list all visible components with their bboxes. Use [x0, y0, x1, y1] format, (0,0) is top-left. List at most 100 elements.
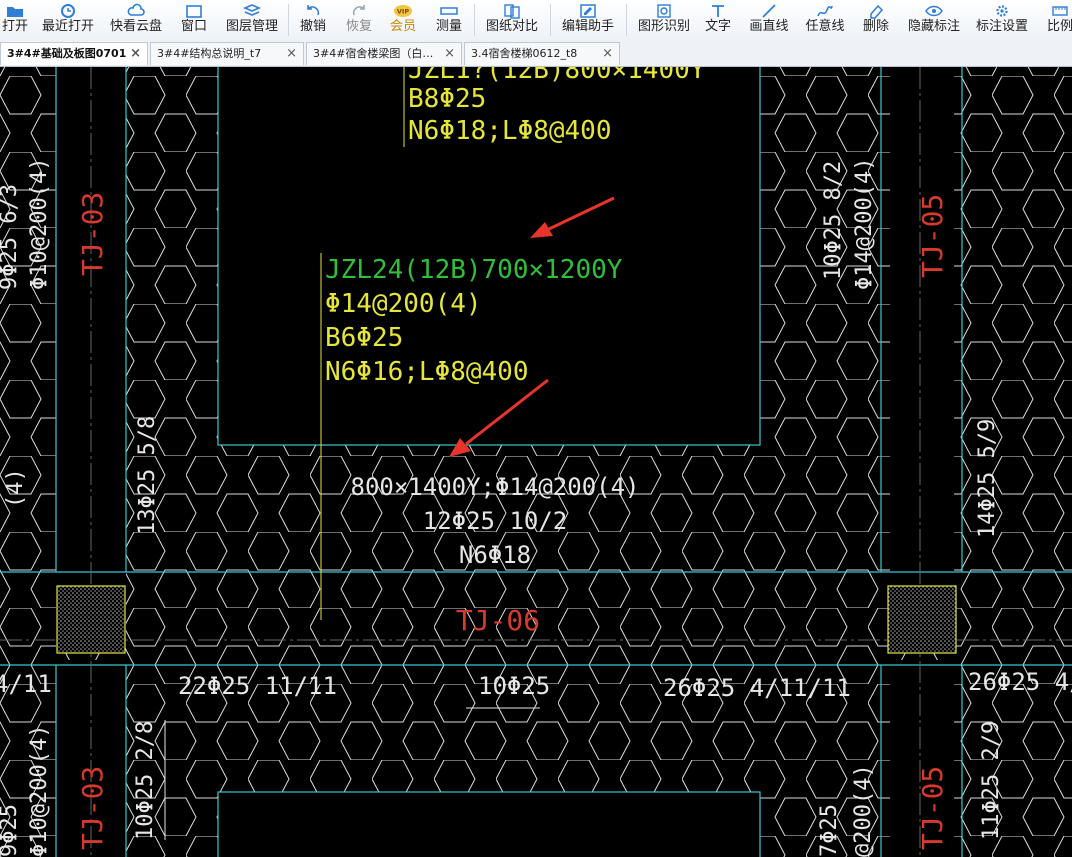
undo-button[interactable]: 撤销 — [298, 0, 328, 40]
tab-foundation-plan[interactable]: 3#4#基础及板图0701 × — [0, 42, 148, 65]
tab-dorm-stairs[interactable]: 3.4宿舍楼梯0612_t8 × — [464, 42, 620, 65]
right-bottom-rebar: 7Φ25 — [817, 804, 842, 857]
open-button[interactable]: 打开 — [0, 0, 30, 40]
recognize-button[interactable]: 图形识别 — [636, 0, 692, 40]
middle-beam-side-rebar: N6Φ16;LΦ8@400 — [325, 357, 529, 387]
freeline-button[interactable]: 任意线 — [804, 0, 846, 40]
bottom-label-left: 22Φ25 11/11 — [178, 672, 337, 700]
compare-icon — [504, 4, 520, 19]
close-icon[interactable]: × — [286, 43, 297, 65]
left-mid-partial: (4) — [3, 468, 28, 508]
ruler-icon — [440, 7, 458, 15]
right-top-stirrup: Φ14@200(4) — [852, 158, 877, 290]
cloud-icon — [127, 3, 145, 16]
tab-label: 3#4#基础及板图0701 — [7, 47, 127, 60]
tab-structure-notes[interactable]: 3#4#结构总说明_t7 × — [150, 42, 304, 65]
right-top-rebar: 10Φ25 8/2 — [821, 161, 846, 280]
lower-beam-side-rebar: N6Φ18 — [459, 541, 531, 569]
delete-button[interactable]: 删除 — [860, 0, 892, 40]
compare-button[interactable]: 图纸对比 — [484, 0, 540, 40]
text-label: 文字 — [704, 19, 731, 34]
redo-icon — [352, 5, 365, 16]
edit-assistant-icon — [580, 4, 596, 18]
vip-badge-icon: VIP — [394, 5, 412, 17]
cloud-button[interactable]: 快看云盘 — [108, 0, 164, 40]
layers-icon — [242, 4, 262, 16]
gear-icon — [996, 5, 1008, 17]
hide-notes-label: 隐藏标注 — [907, 19, 960, 34]
column-left — [56, 585, 126, 654]
member-button[interactable]: VIP 会员 — [388, 0, 418, 40]
left-bottom-rebar: 10Φ25 2/8 — [133, 721, 158, 840]
upper-beam-title-partial: JZL1?(12B)800×1400Y — [408, 67, 706, 85]
clock-icon — [61, 4, 75, 18]
beam-tag-tj03: TJ-03 — [76, 192, 109, 276]
recent-button[interactable]: 最近打开 — [40, 0, 96, 40]
close-icon[interactable]: × — [130, 43, 141, 65]
middle-beam-stirrup: Φ14@200(4) — [325, 289, 482, 319]
note-settings-label: 标注设置 — [975, 19, 1028, 34]
redo-button[interactable]: 恢复 — [344, 0, 374, 40]
close-icon[interactable]: × — [444, 43, 455, 65]
bottom-label-far-left: 4/11 — [0, 670, 52, 698]
bottom-label-far-right: 26Φ25 4/ — [968, 668, 1072, 696]
column-right — [887, 585, 957, 654]
compare-label: 图纸对比 — [485, 19, 538, 34]
editor-button[interactable]: 编辑助手 — [560, 0, 616, 40]
lower-beam-rebar: 12Φ25 10/2 — [423, 507, 568, 535]
window-label: 窗口 — [180, 19, 207, 34]
text-button[interactable]: 文字 — [702, 0, 734, 40]
toolbar-separator — [474, 4, 475, 36]
left-bottom-stirrup: Φ10@200(4) — [27, 725, 52, 857]
line-button[interactable]: 画直线 — [748, 0, 790, 40]
right-mid-rebar: 14Φ25 5/9 — [975, 419, 1000, 538]
freeline-icon — [817, 5, 833, 17]
scale-button[interactable]: 比例 — [1044, 0, 1072, 40]
layers-label: 图层管理 — [225, 19, 278, 34]
middle-beam-name: JZL24(12B)700×1200Y — [325, 255, 623, 285]
hide-notes-button[interactable]: 隐藏标注 — [906, 0, 962, 40]
toolbar-separator — [626, 4, 627, 36]
eye-icon — [925, 5, 943, 17]
left-bottom-far: 9Φ25 — [0, 804, 22, 857]
measure-button[interactable]: 测量 — [434, 0, 464, 40]
left-top-stirrup: Φ10@200(4) — [27, 158, 52, 290]
layers-button[interactable]: 图层管理 — [224, 0, 280, 40]
measure-label: 测量 — [435, 19, 462, 34]
beam-tag-tj05: TJ-05 — [916, 194, 949, 278]
beam-tag-tj03-lower: TJ-03 — [76, 766, 109, 850]
folder-icon — [7, 7, 23, 17]
tab-label: 3#4#宿舍楼梁图（白… — [313, 47, 434, 60]
undo-icon — [307, 5, 320, 16]
document-tab-bar: 3#4#基础及板图0701 × 3#4#结构总说明_t7 × 3#4#宿舍楼梁图… — [0, 40, 1072, 67]
note-settings-button[interactable]: 标注设置 — [974, 0, 1030, 40]
window-icon — [186, 5, 202, 18]
editor-label: 编辑助手 — [561, 19, 614, 34]
drawing-canvas[interactable]: JZL1?(12B)800×1400Y B8Φ25 N6Φ18;LΦ8@400 … — [0, 67, 1072, 857]
left-mid-rebar: 13Φ25 5/8 — [135, 416, 160, 535]
freeline-label: 任意线 — [805, 19, 845, 34]
scale-icon — [1052, 6, 1068, 16]
tab-label: 3.4宿舍楼梯0612_t8 — [471, 47, 578, 60]
delete-label: 删除 — [862, 19, 889, 34]
scale-label: 比例 — [1046, 19, 1072, 34]
recent-label: 最近打开 — [41, 19, 94, 34]
bottom-label-mid: 10Φ25 — [478, 672, 550, 700]
window-button[interactable]: 窗口 — [176, 0, 212, 40]
cloud-label: 快看云盘 — [109, 19, 162, 34]
undo-label: 撤销 — [299, 19, 326, 34]
close-icon[interactable]: × — [602, 43, 613, 65]
text-icon — [712, 5, 724, 17]
left-top-rebar: 9Φ25 6/3 — [0, 184, 22, 290]
lower-beam-section: 800×1400Y;Φ14@200(4) — [351, 473, 640, 501]
beam-tag-tj06: TJ-06 — [456, 604, 540, 637]
middle-beam-bottom-rebar: B6Φ25 — [325, 323, 403, 353]
open-label: 打开 — [1, 19, 28, 34]
recognize-label: 图形识别 — [637, 19, 690, 34]
member-label: 会员 — [389, 19, 416, 34]
redo-label: 恢复 — [345, 19, 372, 34]
tab-dorm-beam-plan[interactable]: 3#4#宿舍楼梁图（白… × — [306, 42, 462, 65]
shape-recognize-icon — [657, 4, 671, 18]
tab-label: 3#4#结构总说明_t7 — [157, 47, 262, 60]
line-icon — [762, 4, 776, 18]
